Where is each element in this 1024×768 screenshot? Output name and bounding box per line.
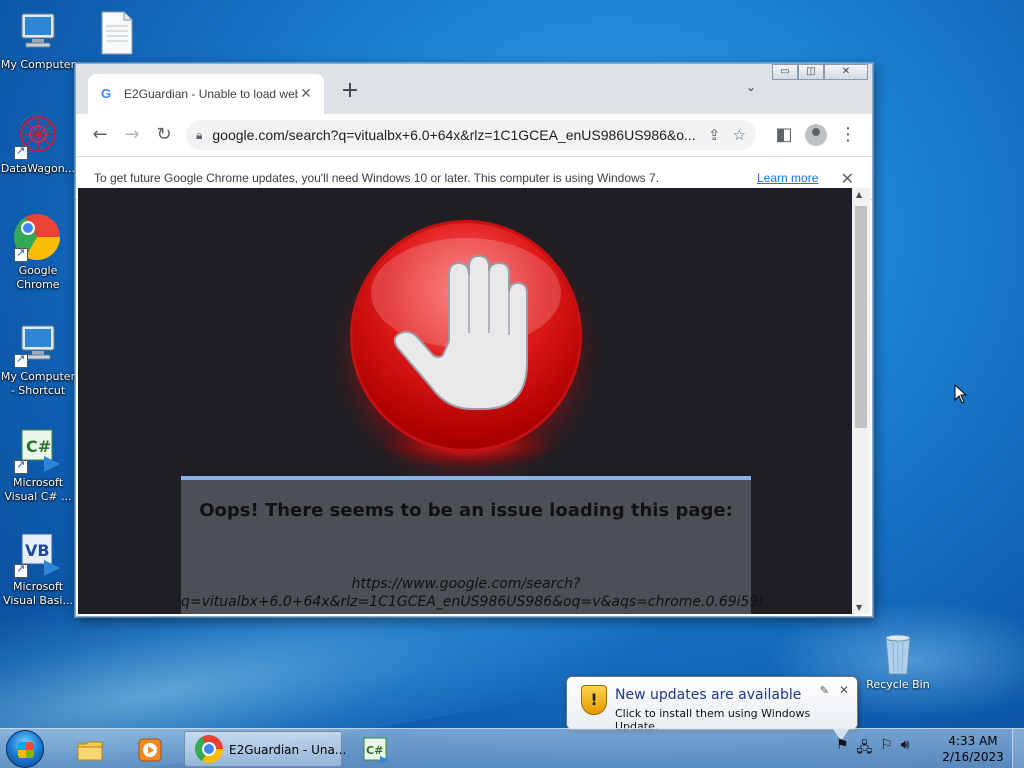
system-tray: ⚑ 🖧︎ ⚐ 🔊︎: [836, 737, 910, 761]
chrome-taskbar-icon: [195, 735, 223, 763]
notification-close-icon[interactable]: ✕: [839, 683, 849, 697]
browser-toolbar: ← → ↻ 🔒︎ google.com/search?q=vitualbx+6.…: [76, 114, 872, 156]
visual-csharp-icon: C#: [362, 736, 390, 764]
network-icon[interactable]: 🖧︎: [857, 737, 873, 761]
desktop-icon-label: Microsoft Visual Basi...: [3, 580, 73, 607]
menu-kebab-icon[interactable]: ⋮: [832, 119, 864, 151]
show-desktop-button[interactable]: [1012, 729, 1024, 768]
computer-icon: [14, 320, 62, 368]
desktop-icon-label: Google Chrome: [16, 264, 60, 291]
computer-icon: [14, 8, 62, 56]
side-panel-icon[interactable]: ◧: [768, 119, 800, 151]
reload-icon[interactable]: ↻: [148, 119, 180, 151]
clock[interactable]: 4:33 AM 2/16/2023: [936, 733, 1010, 765]
recycle-bin-icon: [874, 628, 922, 676]
profile-avatar-icon[interactable]: [805, 124, 827, 146]
tab-search-chevron-icon[interactable]: ⌄: [746, 80, 756, 94]
update-notification[interactable]: ! New updates are available Click to ins…: [566, 676, 858, 741]
desktop-icon-label: Microsoft Visual C# ...: [4, 476, 72, 503]
chrome-window[interactable]: G E2Guardian - Unable to load web ✕ + ⌄ …: [75, 63, 873, 617]
mouse-pointer-icon: [954, 383, 968, 404]
google-favicon-icon: G: [100, 86, 112, 101]
forward-arrow-icon[interactable]: →: [116, 119, 148, 151]
shortcut-arrow-icon: [14, 246, 28, 262]
desktop-icon-datawagon[interactable]: DataWagon...: [0, 112, 76, 176]
infobar-message: To get future Google Chrome updates, you…: [94, 171, 660, 185]
windows-update-tray-icon[interactable]: ⚑: [836, 737, 849, 761]
scrollbar-thumb[interactable]: [855, 206, 867, 428]
scroll-down-icon[interactable]: ▼: [856, 603, 862, 612]
recycle-bin-label: Recycle Bin: [866, 678, 930, 691]
infobar-close-icon[interactable]: ✕: [841, 169, 854, 188]
back-arrow-icon[interactable]: ←: [84, 119, 116, 151]
url-text[interactable]: google.com/search?q=vitualbx+6.0+64x&rlz…: [212, 127, 696, 143]
volume-icon[interactable]: 🔊︎: [901, 737, 910, 761]
document-icon: [92, 8, 140, 56]
browser-tab[interactable]: G E2Guardian - Unable to load web ✕: [88, 74, 324, 114]
error-url-line-2: q=vitualbx+6.0+64x&rlz=1C1GCEA_enUS986US…: [181, 594, 763, 610]
taskbar-chrome-label: E2Guardian - Una...: [229, 743, 347, 757]
action-center-flag-icon[interactable]: ⚐: [880, 737, 893, 761]
desktop-icon-label: My Computer: [0, 58, 76, 71]
bookmark-star-icon[interactable]: ☆: [733, 126, 746, 144]
taskbar: E2Guardian - Una... C# ⚑ 🖧︎ ⚐ 🔊︎ 4:33 AM…: [0, 728, 1024, 768]
shortcut-arrow-icon: [14, 562, 28, 578]
warning-shield-icon: !: [581, 685, 607, 715]
desktop-icon-visual-basic[interactable]: VB Microsoft Visual Basi...: [0, 530, 76, 608]
visual-basic-icon: VB: [14, 530, 62, 578]
error-heading: Oops! There seems to be an issue loading…: [199, 500, 733, 521]
learn-more-link[interactable]: Learn more: [757, 171, 818, 185]
desktop-icon-document[interactable]: [78, 8, 154, 58]
desktop-icon-visual-csharp[interactable]: C# Microsoft Visual C# ...: [0, 426, 76, 504]
window-controls: ▭ ◫ ✕: [772, 64, 868, 81]
maximize-button[interactable]: ◫: [798, 64, 824, 80]
chrome-icon: [14, 214, 62, 262]
pin-icon[interactable]: ✎: [820, 684, 829, 697]
desktop-icon-label: My Computer - Shortcut: [0, 370, 76, 397]
taskbar-media-player-button[interactable]: [122, 733, 178, 767]
tab-title: E2Guardian - Unable to load web: [124, 87, 298, 101]
tab-close-icon[interactable]: ✕: [298, 86, 314, 102]
clock-time: 4:33 AM: [948, 734, 998, 748]
datawagon-icon: [14, 112, 62, 160]
clock-date: 2/16/2023: [942, 750, 1004, 764]
notification-title[interactable]: New updates are available: [615, 687, 801, 703]
minimize-button[interactable]: ▭: [772, 64, 798, 80]
shortcut-arrow-icon: [14, 458, 28, 474]
vertical-scrollbar[interactable]: ▲ ▼: [852, 188, 870, 614]
desktop-icon-label: DataWagon...: [0, 162, 76, 175]
svg-text:C#: C#: [26, 437, 51, 456]
stop-hand-icon: [353, 223, 579, 449]
shortcut-arrow-icon: [14, 352, 28, 368]
taskbar-chrome-button[interactable]: E2Guardian - Una...: [184, 731, 346, 767]
share-icon[interactable]: ⇪: [708, 126, 721, 144]
error-box: Oops! There seems to be an issue loading…: [181, 476, 763, 614]
visual-csharp-icon: C#: [14, 426, 62, 474]
address-bar[interactable]: 🔒︎ google.com/search?q=vitualbx+6.0+64x&…: [186, 120, 756, 150]
page-content: Oops! There seems to be an issue loading…: [78, 188, 853, 614]
new-tab-button[interactable]: +: [338, 78, 362, 103]
desktop-icon-my-computer[interactable]: My Computer: [0, 8, 76, 72]
scroll-up-icon[interactable]: ▲: [856, 190, 862, 199]
start-button[interactable]: [6, 730, 44, 768]
desktop-icon-google-chrome[interactable]: Google Chrome: [0, 214, 76, 292]
lock-icon[interactable]: 🔒︎: [196, 128, 202, 143]
title-bar[interactable]: G E2Guardian - Unable to load web ✕ + ⌄ …: [76, 64, 872, 114]
media-player-icon: [136, 736, 164, 764]
taskbar-visual-csharp-button[interactable]: C#: [348, 733, 404, 767]
shortcut-arrow-icon: [14, 144, 28, 160]
svg-text:C#: C#: [366, 744, 383, 757]
error-url-line-1: https://www.google.com/search?: [351, 576, 581, 592]
svg-text:VB: VB: [25, 541, 50, 560]
desktop-icon-recycle-bin[interactable]: Recycle Bin: [860, 628, 936, 691]
folder-icon: [76, 736, 104, 764]
close-window-button[interactable]: ✕: [824, 64, 868, 80]
desktop-icon-my-computer-shortcut[interactable]: My Computer - Shortcut: [0, 320, 76, 398]
taskbar-explorer-button[interactable]: [62, 733, 118, 767]
